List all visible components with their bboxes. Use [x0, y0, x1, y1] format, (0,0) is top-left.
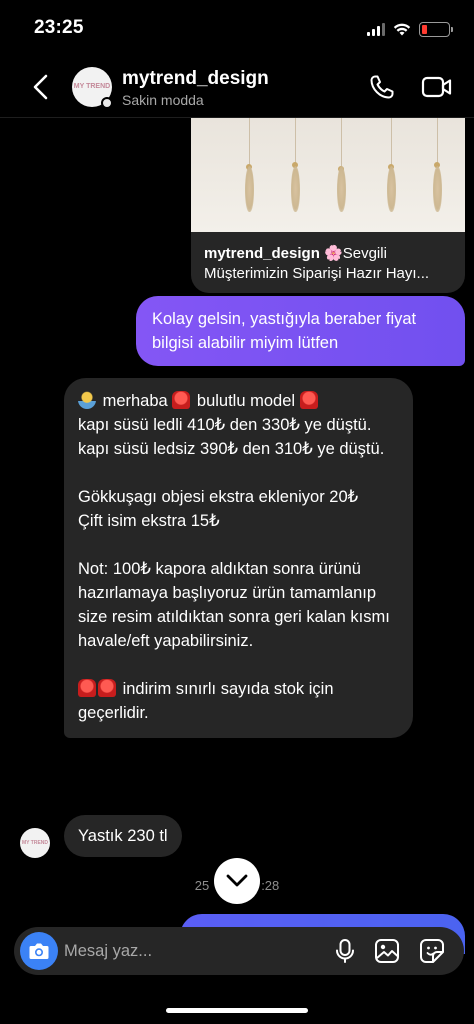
microphone-icon[interactable]	[332, 938, 358, 964]
shared-post-card[interactable]: mytrend_design 🌸Sevgili Müşterimizin Sip…	[191, 118, 465, 293]
timestamp-part: :28	[261, 878, 280, 893]
message-line: Çift isim ekstra 15₺	[78, 512, 220, 530]
phone-icon[interactable]	[368, 73, 396, 101]
message-input[interactable]	[64, 927, 314, 975]
timestamp-part: 25	[194, 878, 210, 893]
wifi-icon	[393, 23, 411, 36]
contact-status: Sakin modda	[122, 92, 204, 108]
siren-emoji-icon	[299, 391, 318, 409]
chat-header: MY TREND mytrend_design Sakin modda	[0, 56, 474, 118]
shared-post-emoji: 🌸	[324, 245, 343, 262]
message-composer	[14, 927, 464, 975]
chevron-down-icon	[226, 874, 248, 887]
cellular-signal-icon	[367, 22, 385, 36]
scroll-to-bottom-button[interactable]	[214, 858, 260, 904]
home-indicator[interactable]	[166, 1008, 308, 1013]
shared-post-image	[191, 118, 465, 232]
siren-emoji-icon	[98, 679, 116, 697]
siren-emoji-icon	[172, 391, 191, 409]
presence-dot	[101, 97, 113, 109]
back-chevron-icon[interactable]	[30, 72, 54, 102]
video-camera-icon[interactable]	[421, 74, 453, 100]
message-text: indirim sınırlı sayıda stok için geçerli…	[78, 680, 334, 722]
status-time: 23:25	[34, 17, 84, 38]
message-line: Gökkuşagı objesi ekstra ekleniyor 20₺	[78, 488, 359, 506]
message-line: kapı süsü ledli 410₺ den 330₺ ye düştü.	[78, 416, 372, 434]
shared-post-author: mytrend_design	[204, 245, 320, 262]
avatar-logo: MY TREND	[73, 83, 111, 90]
battery-level	[422, 24, 427, 34]
incoming-message[interactable]: merhaba bulutlu model kapı süsü ledli 41…	[64, 378, 413, 738]
message-line: kapı süsü ledsiz 390₺ den 310₺ ye düştü.	[78, 440, 385, 458]
gallery-icon[interactable]	[373, 937, 401, 965]
message-text: merhaba	[102, 392, 168, 410]
siren-emoji-icon	[78, 679, 96, 697]
message-thread[interactable]: mytrend_design 🌸Sevgili Müşterimizin Sip…	[0, 118, 474, 1024]
contact-name[interactable]: mytrend_design	[122, 68, 269, 90]
battery-icon	[419, 21, 453, 37]
incoming-message[interactable]: Yastık 230 tl	[64, 815, 182, 857]
message-line: merhaba bulutlu model	[78, 389, 399, 413]
outgoing-message[interactable]: Kolay gelsin, yastığıyla beraber fiyat b…	[136, 296, 465, 366]
sender-avatar[interactable]: MY TREND	[20, 828, 50, 858]
sender-avatar-logo: MY TREND	[21, 840, 49, 846]
message-line: indirim sınırlı sayıda stok için geçerli…	[78, 677, 399, 725]
shared-post-caption: mytrend_design 🌸Sevgili Müşterimizin Sip…	[191, 232, 465, 293]
message-line: Not: 100₺ kapora aldıktan sonra ürünü ha…	[78, 560, 390, 650]
sticker-icon[interactable]	[418, 937, 446, 965]
status-icons	[367, 20, 453, 38]
camera-button[interactable]	[20, 932, 58, 970]
camera-icon	[29, 943, 49, 959]
message-text: bulutlu model	[196, 392, 296, 410]
status-bar: 23:25	[0, 0, 474, 56]
person-emoji-icon	[78, 391, 96, 409]
